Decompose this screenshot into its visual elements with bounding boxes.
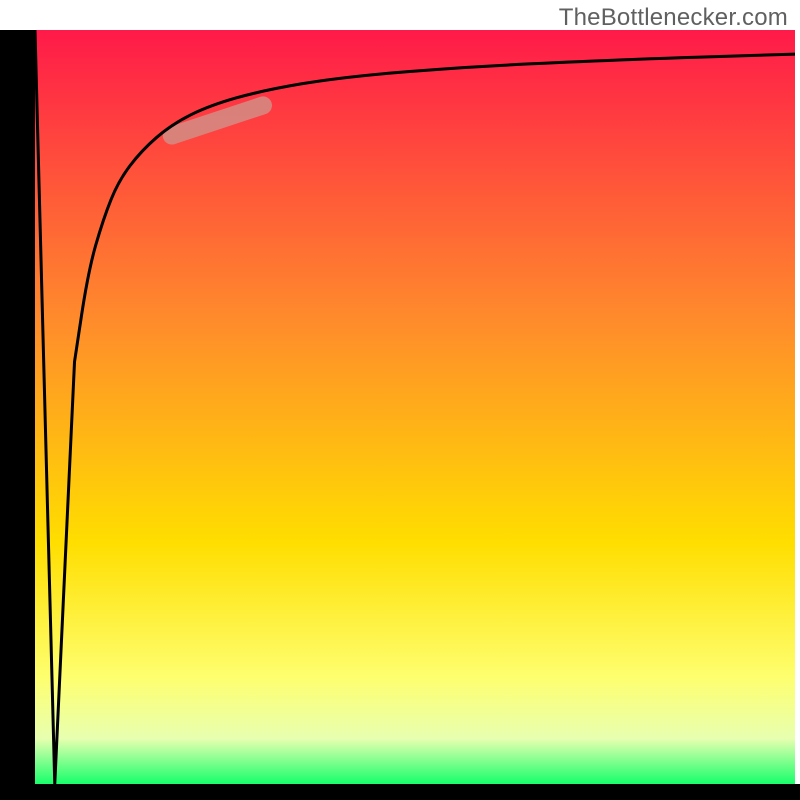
left-black-band: [0, 30, 35, 800]
bottom-black-band: [0, 784, 800, 800]
chart-frame: TheBottlenecker.com: [0, 0, 800, 800]
bottleneck-chart: [0, 0, 800, 800]
